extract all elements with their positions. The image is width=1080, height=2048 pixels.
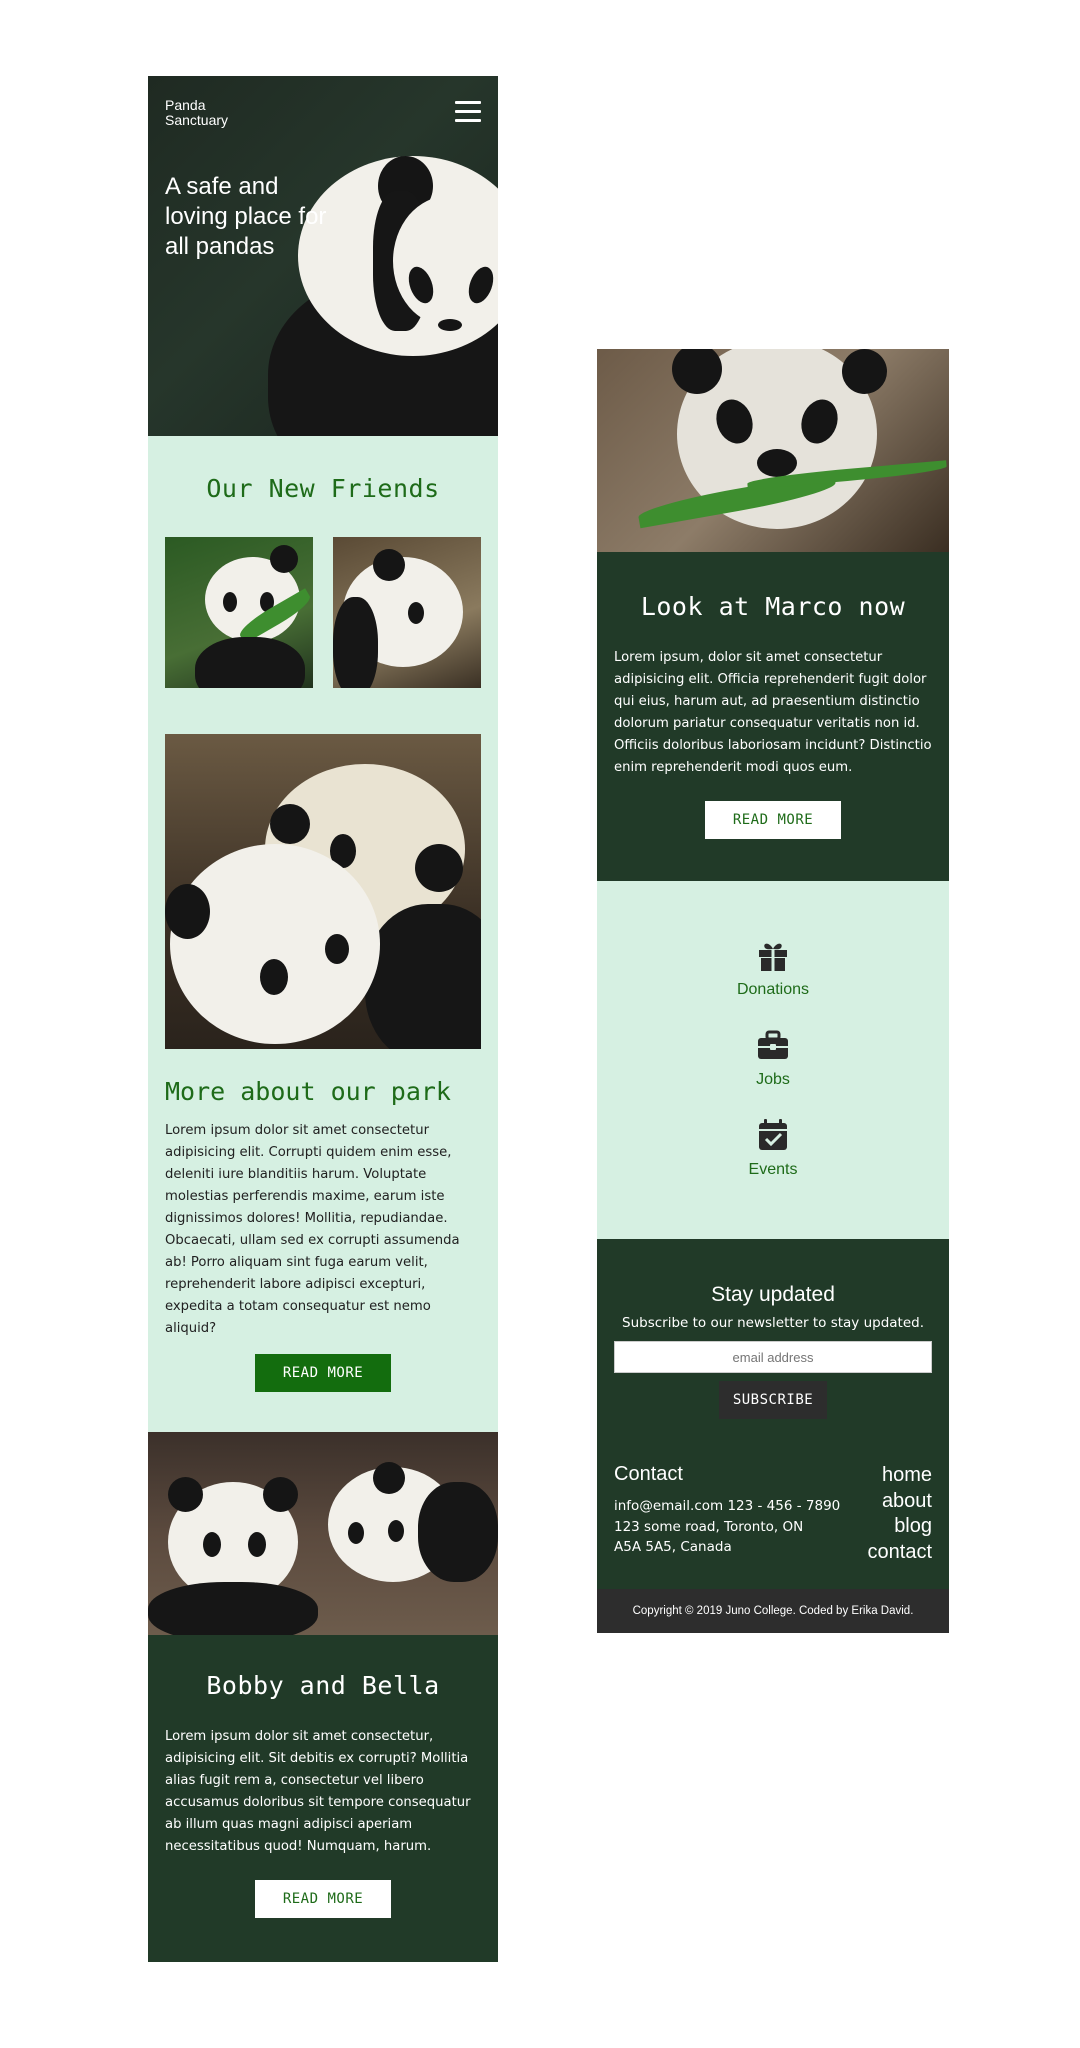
gift-icon <box>759 943 787 971</box>
mobile-page-left: Panda Sanctuary A safe and loving place … <box>148 76 498 1962</box>
park-text: Lorem ipsum dolor sit amet consectetur a… <box>165 1123 460 1336</box>
marco-section: Look at Marco now Lorem ipsum, dolor sit… <box>597 552 949 881</box>
nav-link-home[interactable]: home <box>868 1463 932 1489</box>
marco-text: Lorem ipsum, dolor sit amet consectetur … <box>614 650 932 775</box>
events-label: Events <box>748 1161 798 1178</box>
friends-section: Our New Friends More about our park Lore… <box>148 436 498 1432</box>
bobby-read-more-button[interactable]: READ MORE <box>255 1880 391 1918</box>
mobile-page-right: Look at Marco now Lorem ipsum, dolor sit… <box>597 349 949 1633</box>
copyright-bar: Copyright © 2019 Juno College. Coded by … <box>597 1589 949 1633</box>
contact-block: Contact info@email.com 123 - 456 - 7890 … <box>614 1463 932 1565</box>
contact-address: 123 some road, Toronto, ON <box>614 1518 804 1535</box>
marco-title: Look at Marco now <box>640 592 906 621</box>
bobby-bella-photo <box>148 1432 498 1635</box>
briefcase-icon <box>758 1030 788 1059</box>
park-read-more-button[interactable]: READ MORE <box>255 1354 391 1392</box>
panda-thumbnail <box>333 537 481 688</box>
donations-label: Donations <box>736 981 810 998</box>
contact-postal: A5A 5A5, Canada <box>614 1539 732 1555</box>
nav-link-about[interactable]: about <box>868 1489 932 1515</box>
hamburger-icon[interactable] <box>455 101 481 123</box>
panda-thumbnail <box>165 537 313 688</box>
bobby-bella-title: Bobby and Bella <box>206 1671 440 1700</box>
jobs-link[interactable]: Jobs <box>597 1027 949 1089</box>
nav-link-contact[interactable]: contact <box>868 1540 932 1566</box>
newsletter-subtitle: Subscribe to our newsletter to stay upda… <box>622 1315 924 1331</box>
subscribe-button[interactable]: SUBSCRIBE <box>719 1381 827 1419</box>
hero-title: A safe and loving place for all pandas <box>165 173 327 260</box>
nav-link-blog[interactable]: blog <box>868 1514 932 1540</box>
bobby-bella-text: Lorem ipsum dolor sit amet consectetur, … <box>165 1729 471 1854</box>
friends-thumbnails <box>165 537 481 688</box>
newsletter-footer: Stay updated Subscribe to our newsletter… <box>597 1239 949 1589</box>
newsletter-title: Stay updated <box>711 1283 835 1306</box>
contact-title: Contact <box>614 1463 683 1485</box>
brand-line-1: Panda <box>165 97 206 113</box>
donations-link[interactable]: Donations <box>597 937 949 999</box>
brand-logo[interactable]: Panda Sanctuary <box>165 98 228 128</box>
marco-photo <box>597 349 949 552</box>
contact-info: info@email.com 123 - 456 - 7890 123 some… <box>614 1496 840 1558</box>
email-input[interactable] <box>614 1341 932 1373</box>
bobby-bella-section: Bobby and Bella Lorem ipsum dolor sit am… <box>148 1635 498 1962</box>
marco-read-more-button[interactable]: READ MORE <box>705 801 841 839</box>
brand-line-2: Sanctuary <box>165 112 229 128</box>
hero-section: Panda Sanctuary A safe and loving place … <box>148 76 498 436</box>
friends-title: Our New Friends <box>206 474 440 503</box>
contact-email-phone: info@email.com 123 - 456 - 7890 <box>614 1498 841 1514</box>
quick-links-section: Donations Jobs Events <box>597 881 949 1239</box>
events-link[interactable]: Events <box>597 1117 949 1179</box>
park-title: More about our park <box>165 1077 451 1106</box>
footer-nav: home about blog contact <box>868 1463 932 1565</box>
panda-pair-photo <box>165 734 481 1049</box>
jobs-label: Jobs <box>756 1071 790 1088</box>
calendar-check-icon <box>759 1119 787 1150</box>
